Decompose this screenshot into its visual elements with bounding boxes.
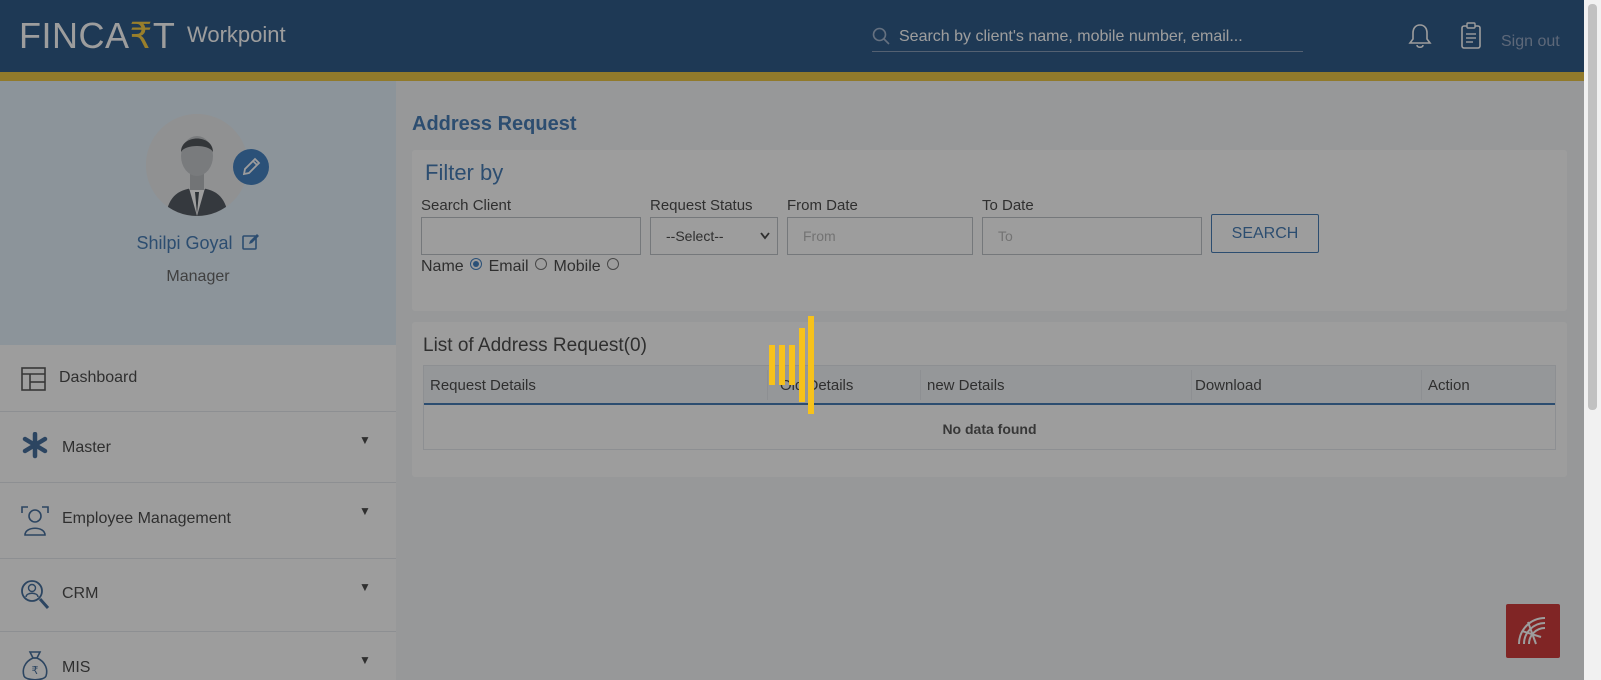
scrollbar-thumb[interactable] xyxy=(1588,4,1597,410)
loading-overlay xyxy=(0,0,1584,680)
page-scrollbar[interactable] xyxy=(1584,0,1601,680)
loader-bar xyxy=(789,345,795,385)
loader-bar xyxy=(799,328,805,402)
loader-bar xyxy=(808,316,814,414)
loader-bar xyxy=(769,345,775,385)
loader-bar xyxy=(779,345,785,385)
